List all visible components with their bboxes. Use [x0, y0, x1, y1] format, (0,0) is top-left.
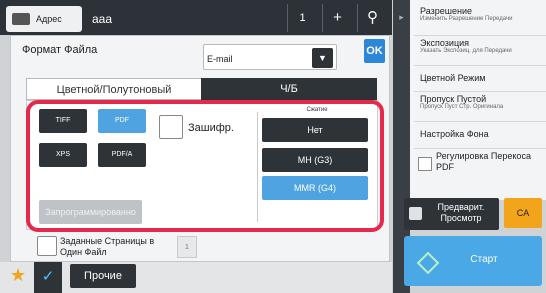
address-label: Адрес — [36, 14, 62, 24]
skew-adjust-checkbox[interactable] — [418, 157, 432, 171]
start-label: Старт — [470, 254, 498, 265]
file-format-label: Формат Файла — [22, 44, 98, 56]
pages-per-file-label: Заданные Страницы в Один Файл — [60, 236, 155, 257]
address-book-icon — [12, 13, 30, 25]
menu-item-subtitle: Указать Экспозиц. для Передачи — [420, 48, 512, 54]
ca-button[interactable]: CA — [504, 198, 542, 228]
menu-item-background[interactable]: Настройка Фона — [414, 124, 546, 149]
menu-item-exposure[interactable]: Экспозиция Указать Экспозиц. для Передач… — [414, 38, 546, 66]
menu-item-title: Регулировка Перекоса PDF — [436, 151, 531, 172]
menu-item-title: Настройка Фона — [420, 129, 489, 139]
search-icon[interactable]: ⚲ — [357, 4, 387, 32]
menu-item-resolution[interactable]: Разрешение Изменить Разрешение Передачи — [414, 6, 546, 36]
address-button[interactable]: Адрес — [6, 6, 82, 32]
menu-item-skew-adjust[interactable]: Регулировка Перекоса PDF — [414, 151, 546, 180]
plus-icon[interactable]: + — [322, 4, 352, 32]
menu-item-subtitle: Пропуск Пуст Стр. Оригинала — [420, 104, 504, 110]
menu-item-color-mode[interactable]: Цветной Режим — [414, 68, 546, 92]
tab-color-grayscale[interactable]: Цветной/Полутоновый — [26, 78, 202, 100]
menu-item-title: Цветной Режим — [420, 73, 486, 83]
checkmark-icon[interactable]: ✓ — [34, 262, 62, 293]
preview-label: Предварит. Просмотр — [437, 202, 485, 223]
pages-per-file-checkbox[interactable] — [37, 236, 57, 256]
tab-black-white[interactable]: Ч/Б — [201, 78, 377, 100]
chevron-down-icon[interactable]: ▼ — [312, 48, 333, 68]
highlight-frame — [26, 100, 384, 232]
address-counter[interactable]: 1 — [287, 4, 317, 32]
menu-item-subtitle: Изменить Разрешение Передачи — [420, 16, 513, 22]
destination-value: E-mail — [207, 54, 233, 64]
menu-item-blank-skip[interactable]: Пропуск Пустой Пропуск Пуст Стр. Оригина… — [414, 94, 546, 122]
ok-button[interactable]: OK — [364, 39, 385, 63]
menu-item-title: Пропуск Пустой — [420, 94, 487, 104]
star-icon[interactable]: ★ — [10, 264, 26, 286]
menu-item-title: Разрешение — [420, 6, 472, 16]
start-icon — [416, 251, 440, 275]
start-button[interactable]: Старт — [404, 236, 542, 286]
other-button[interactable]: Прочие — [70, 264, 136, 288]
menu-item-title: Экспозиция — [420, 38, 469, 48]
pages-per-file-input[interactable]: 1 — [177, 236, 197, 258]
address-value[interactable]: aaa — [88, 6, 283, 32]
destination-select[interactable]: E-mail ▼ — [203, 44, 337, 70]
preview-button[interactable]: Предварит. Просмотр — [404, 198, 499, 230]
preview-icon — [409, 207, 422, 220]
